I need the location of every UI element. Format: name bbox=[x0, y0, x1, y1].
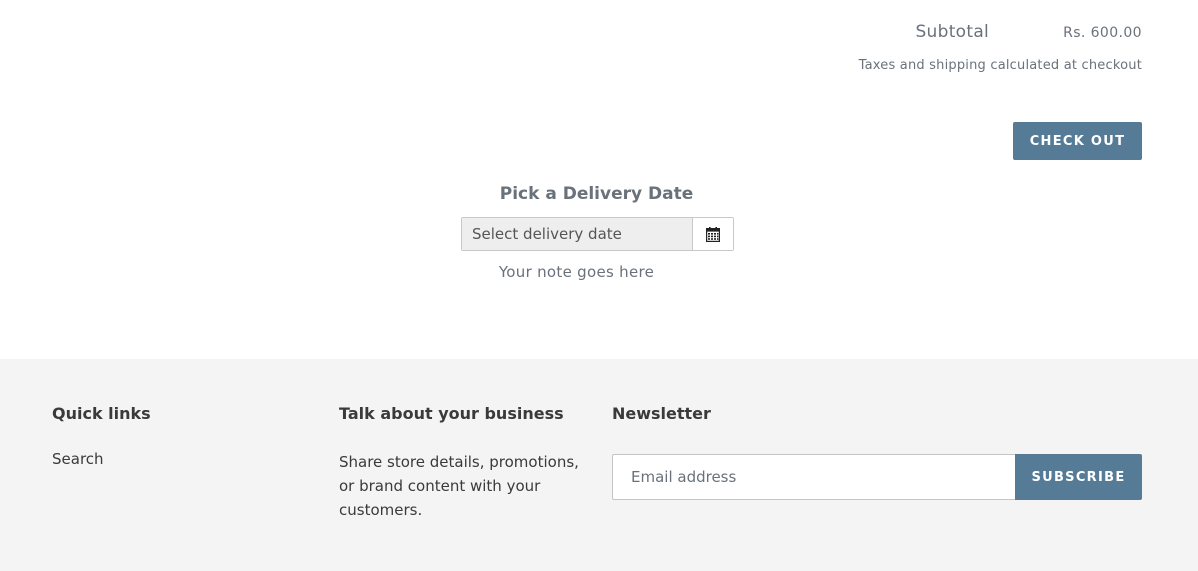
cart-page: Subtotal Rs. 600.00 Taxes and shipping c… bbox=[0, 0, 1198, 571]
calendar-icon bbox=[706, 226, 720, 242]
email-input[interactable] bbox=[612, 454, 1015, 500]
site-footer: Quick links Search Talk about your busin… bbox=[0, 359, 1198, 571]
delivery-date-picker bbox=[461, 217, 734, 251]
delivery-note: Your note goes here bbox=[498, 263, 655, 281]
tax-note: Taxes and shipping calculated at checkou… bbox=[858, 58, 1142, 73]
delivery-date-title: Pick a Delivery Date bbox=[499, 184, 694, 204]
quick-links-heading: Quick links bbox=[52, 404, 151, 423]
subtotal-label: Subtotal bbox=[915, 22, 990, 42]
subscribe-button[interactable]: SUBSCRIBE bbox=[1015, 454, 1142, 500]
business-heading: Talk about your business bbox=[339, 404, 564, 423]
cart-summary: Subtotal Rs. 600.00 Taxes and shipping c… bbox=[0, 0, 1198, 359]
checkout-button[interactable]: CHECK OUT bbox=[1013, 122, 1142, 160]
delivery-date-input[interactable] bbox=[462, 218, 693, 250]
subtotal-row: Subtotal Rs. 600.00 bbox=[915, 22, 1142, 42]
newsletter-form: SUBSCRIBE bbox=[612, 454, 1142, 500]
business-text: Share store details, promotions, or bran… bbox=[339, 453, 579, 519]
newsletter-heading: Newsletter bbox=[612, 404, 711, 423]
calendar-button[interactable] bbox=[693, 218, 733, 250]
subtotal-value: Rs. 600.00 bbox=[1063, 25, 1142, 41]
footer-link-search[interactable]: Search bbox=[52, 450, 104, 468]
